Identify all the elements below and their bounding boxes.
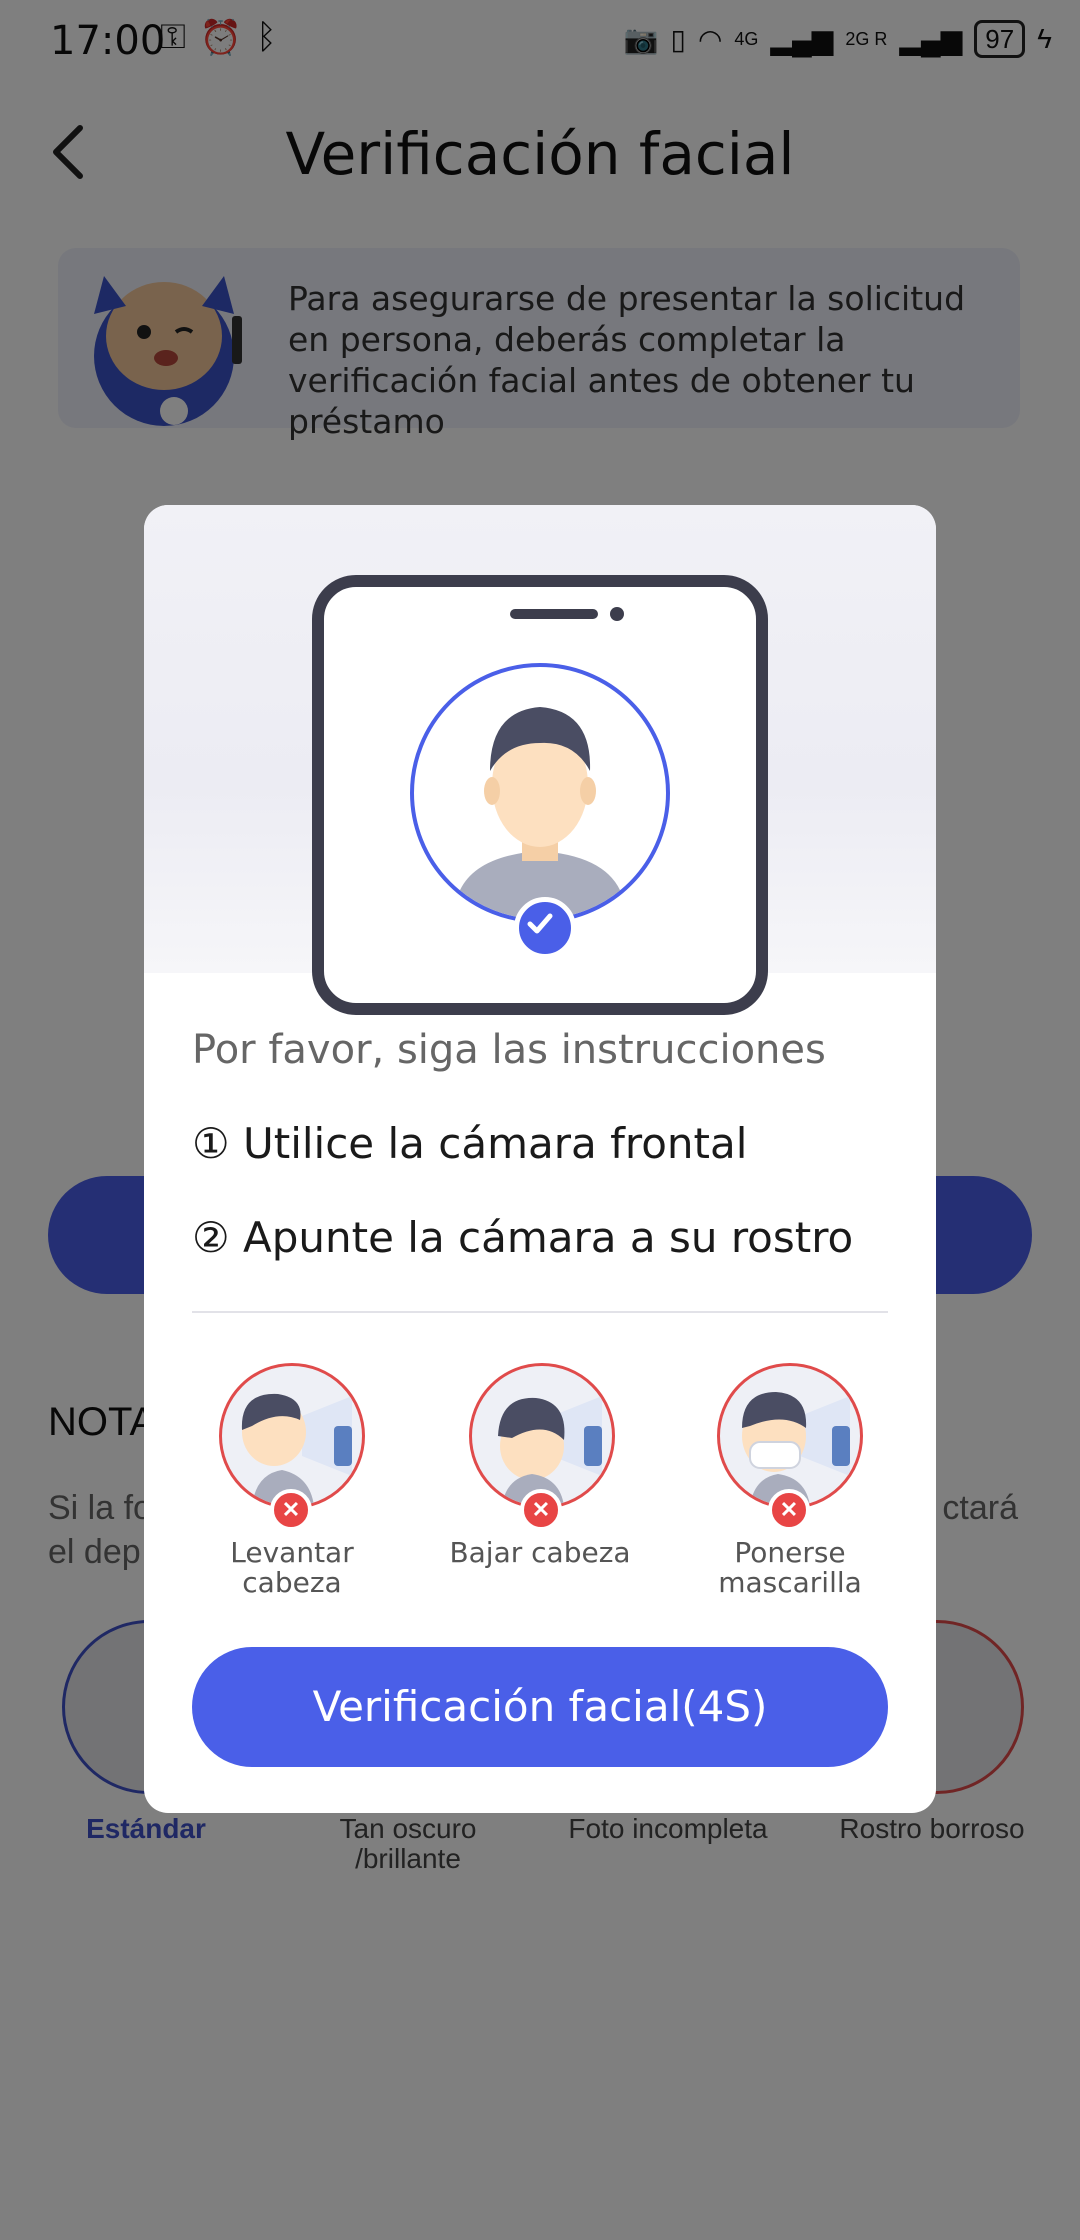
modal-subtitle: Por favor, siga las instrucciones	[192, 1027, 826, 1073]
page: 17:00 ⚿ ⏰ ᛒ 📷 ▯ ◠ 4G ▂▄▆ 2G R ▂▄▆ 97 ϟ V…	[0, 0, 1080, 2240]
bad-label-head-down: Bajar cabeza	[449, 1536, 631, 1569]
step-1: ① Utilice la cámara frontal	[192, 1119, 748, 1168]
bad-label-head-up: Levantar cabeza	[230, 1536, 354, 1599]
x-icon: ✕	[768, 1489, 810, 1531]
bad-example-head-up: ✕	[212, 1363, 372, 1531]
head-up-icon	[219, 1363, 365, 1509]
instructions-modal: Por favor, siga las instrucciones ① Util…	[144, 505, 936, 1813]
divider	[192, 1311, 888, 1313]
face-icon	[454, 707, 626, 919]
face-illustration	[410, 663, 670, 923]
x-icon: ✕	[520, 1489, 562, 1531]
check-icon	[514, 897, 576, 959]
start-verification-button[interactable]: Verificación facial(4S)	[192, 1647, 888, 1767]
bad-label-mask: Ponerse mascarilla	[718, 1536, 862, 1599]
modal-hero	[144, 505, 936, 1015]
mask-icon	[717, 1363, 863, 1509]
step-2: ② Apunte la cámara a su rostro	[192, 1213, 854, 1262]
bad-example-mask: ✕	[710, 1363, 870, 1531]
x-icon: ✕	[270, 1489, 312, 1531]
phone-speaker	[510, 609, 598, 619]
head-down-icon	[469, 1363, 615, 1509]
bad-example-head-down: ✕	[462, 1363, 622, 1531]
phone-camera	[610, 607, 624, 621]
